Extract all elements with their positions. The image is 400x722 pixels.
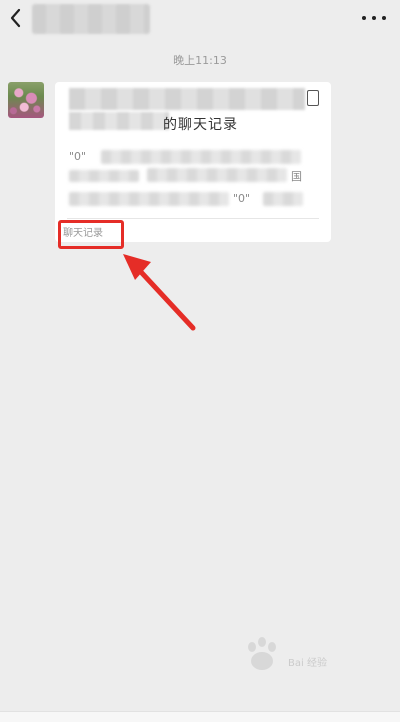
watermark-text: Bai 经验: [288, 658, 327, 669]
preview-blur-1: [101, 150, 301, 164]
chat-record-card[interactable]: 的聊天记录 "0" 国 "0" 聊天记录: [55, 82, 331, 242]
more-dots-icon: [362, 16, 366, 20]
back-button[interactable]: [6, 6, 26, 30]
message-timestamp: 晚上11:13: [173, 54, 227, 67]
bottom-input-bar: [0, 711, 400, 722]
avatar[interactable]: [8, 82, 44, 118]
preview-blur-5: [263, 192, 303, 206]
card-title-blurred-2: [69, 112, 169, 130]
preview-line-1: "0": [69, 150, 87, 163]
watermark: Bai 经验: [242, 636, 382, 676]
card-preview: "0" 国 "0": [67, 150, 303, 214]
preview-blur-4: [69, 192, 229, 206]
paw-logo-icon: [248, 637, 276, 670]
chat-title: [32, 4, 150, 34]
chevron-left-icon: [10, 8, 21, 28]
card-title-glyph: [307, 90, 319, 106]
preview-line-3: "0": [233, 192, 251, 205]
annotation-highlight-box: [58, 220, 124, 249]
annotation-arrow: [123, 254, 196, 331]
card-title: 的聊天记录: [163, 117, 238, 133]
chat-header: [0, 0, 400, 40]
preview-blur-3: [147, 168, 287, 182]
more-options-button[interactable]: [362, 10, 386, 26]
card-divider: [67, 218, 319, 219]
preview-line-2: 国: [291, 170, 302, 183]
card-title-blurred: [69, 88, 305, 110]
preview-blur-2: [69, 170, 139, 182]
